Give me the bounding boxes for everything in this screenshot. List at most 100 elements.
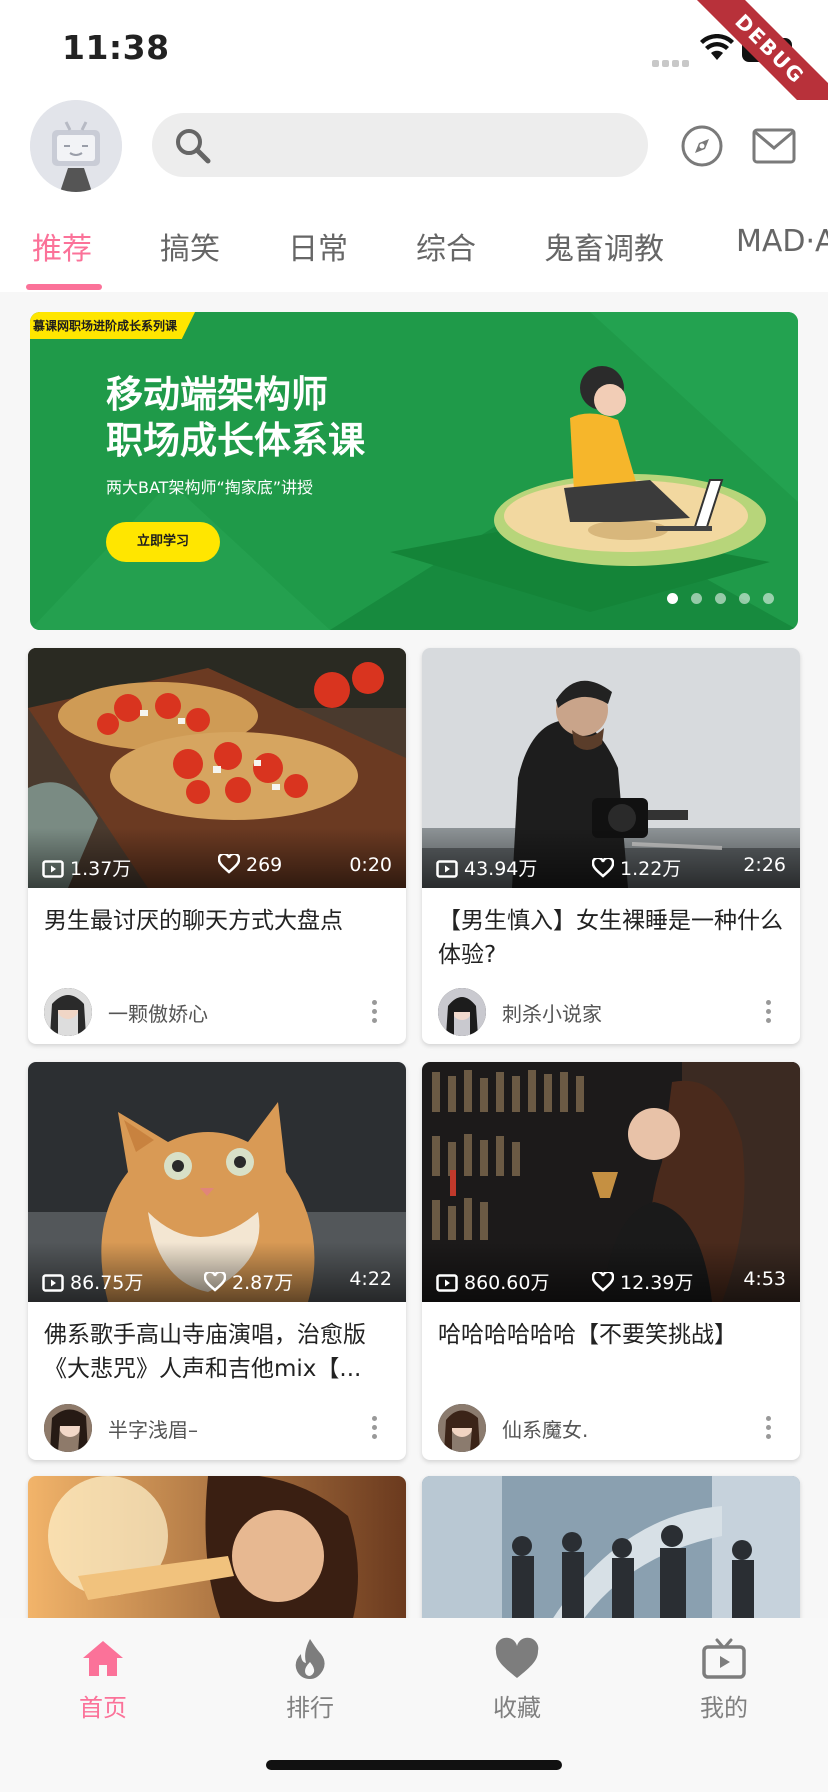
video-owner: 一颗傲娇心 [44,988,390,1036]
owner-avatar[interactable] [44,988,92,1036]
owner-avatar[interactable] [438,1404,486,1452]
banner-dot[interactable] [763,593,774,604]
tab-kichiku[interactable]: 鬼畜调教 [544,224,664,268]
owner-name[interactable]: 刺杀小说家 [502,998,602,1027]
video-card[interactable]: 860.60万 12.39万 4:53 哈哈哈哈哈哈【不要笑挑战】 仙系魔女. [422,1062,800,1460]
banner-dot[interactable] [715,593,726,604]
banner-tag: 慕课网职场进阶成长系列课 [30,312,196,339]
video-stats: 860.60万 12.39万 4:53 [436,1268,786,1294]
video-thumbnail[interactable]: 860.60万 12.39万 4:53 [422,1062,800,1302]
video-thumbnail[interactable]: 1.37万 269 0:20 [28,648,406,888]
nav-ranking[interactable]: 排行 [260,1636,360,1723]
nav-mine-label: 我的 [700,1694,748,1722]
play-count-text: 1.37万 [70,858,132,880]
home-icon [83,1641,123,1676]
video-owner: 半字浅眉– [44,1404,390,1452]
play-count-icon [436,860,458,878]
owner-avatar-image [438,1404,486,1452]
owner-avatar-image [44,1404,92,1452]
banner-pagination [654,589,774,608]
learn-now-button[interactable]: 立即学习 [106,522,220,562]
video-duration: 4:53 [743,1268,786,1290]
owner-avatar[interactable] [438,988,486,1036]
mail-icon[interactable] [752,128,796,164]
search-bar[interactable] [152,113,648,177]
thumbnail-image [422,1476,800,1636]
video-title: 哈哈哈哈哈哈【不要笑挑战】 [438,1322,737,1348]
like-count-text: 2.87万 [232,1272,294,1294]
video-card[interactable]: 1.37万 269 0:20 男生最讨厌的聊天方式大盘点 一颗傲娇心 [28,648,406,1044]
video-title: 佛系歌手高山寺庙演唱，治愈版《大悲咒》人声和吉他mix【... [44,1322,366,1382]
owner-name[interactable]: 一颗傲娇心 [108,998,208,1027]
fire-icon [295,1639,325,1679]
like-icon [217,852,241,874]
video-title: 男生最讨厌的聊天方式大盘点 [44,908,343,934]
tab-indicator [26,284,102,290]
play-count-icon [436,1274,458,1292]
like-count-text: 12.39万 [620,1272,694,1294]
play-count: 43.94万 [436,854,537,881]
nav-mine[interactable]: 我的 [674,1636,774,1723]
tab-recommend[interactable]: 推荐 [32,224,92,268]
play-count: 1.37万 [42,854,131,881]
like-count-text: 1.22万 [620,858,682,880]
promo-banner[interactable]: 慕课网职场进阶成长系列课 移动端架构师 职场成长体系课 两大BAT架构师“掏家底… [30,312,798,630]
video-thumbnail[interactable]: 86.75万 2.87万 4:22 [28,1062,406,1302]
tab-general[interactable]: 综合 [416,224,476,268]
video-card[interactable] [28,1476,406,1636]
owner-avatar-image [438,988,486,1036]
heart-icon [495,1637,539,1678]
compass-icon[interactable] [680,124,724,168]
video-card[interactable]: 86.75万 2.87万 4:22 佛系歌手高山寺庙演唱，治愈版《大悲咒》人声和… [28,1062,406,1460]
more-icon[interactable] [372,1000,378,1024]
video-duration: 4:22 [349,1268,392,1290]
battery-icon [742,38,792,62]
owner-avatar[interactable] [44,1404,92,1452]
tab-daily[interactable]: 日常 [288,224,348,268]
home-indicator [266,1760,562,1770]
play-count-text: 860.60万 [464,1272,550,1294]
tab-funny[interactable]: 搞笑 [160,224,220,268]
play-count-text: 86.75万 [70,1272,144,1294]
like-count: 269 [217,852,283,876]
owner-name[interactable]: 仙系魔女. [502,1414,588,1443]
play-count-text: 43.94万 [464,858,538,880]
video-card[interactable] [422,1476,800,1636]
owner-name[interactable]: 半字浅眉– [108,1414,198,1443]
like-icon [591,856,615,878]
banner-illustration [30,312,798,630]
video-stats: 1.37万 269 0:20 [42,852,392,881]
nav-home[interactable]: 首页 [53,1636,153,1723]
user-avatar[interactable] [30,100,122,192]
more-icon[interactable] [766,1000,772,1024]
signal-icon [652,52,692,67]
video-stats: 43.94万 1.22万 2:26 [436,854,786,880]
like-count: 12.39万 [591,1268,694,1295]
video-card[interactable]: 43.94万 1.22万 2:26 【男生慎入】女生裸睡是一种什么体验? 刺杀小… [422,648,800,1044]
banner-dot[interactable] [739,593,750,604]
video-stats: 86.75万 2.87万 4:22 [42,1268,392,1294]
video-owner: 仙系魔女. [438,1404,784,1452]
play-count: 86.75万 [42,1268,143,1295]
play-count-icon [42,1274,64,1292]
category-tabs: 推荐 搞笑 日常 综合 鬼畜调教 MAD·AMV [0,200,828,292]
banner-dot[interactable] [691,593,702,604]
banner-dot[interactable] [667,593,678,604]
video-thumbnail[interactable]: 43.94万 1.22万 2:26 [422,648,800,888]
like-count-text: 269 [246,854,283,876]
status-time: 11:38 [62,28,170,67]
search-icon [176,129,211,164]
like-count: 1.22万 [591,854,682,881]
tab-mad-amv[interactable]: MAD·AMV [736,224,828,259]
wifi-icon [700,34,734,60]
thumbnail-image [28,1476,406,1636]
banner-title-line2: 职场成长体系课 [106,419,365,462]
video-title: 【男生慎入】女生裸睡是一种什么体验? [438,908,783,968]
status-bar: 11:38 [0,0,828,100]
video-duration: 2:26 [743,854,786,876]
more-icon[interactable] [766,1416,772,1440]
nav-home-label: 首页 [79,1694,127,1722]
nav-favorites[interactable]: 收藏 [467,1636,567,1723]
more-icon[interactable] [372,1416,378,1440]
banner-subtitle: 两大BAT架构师“掏家底”讲授 [106,478,314,497]
